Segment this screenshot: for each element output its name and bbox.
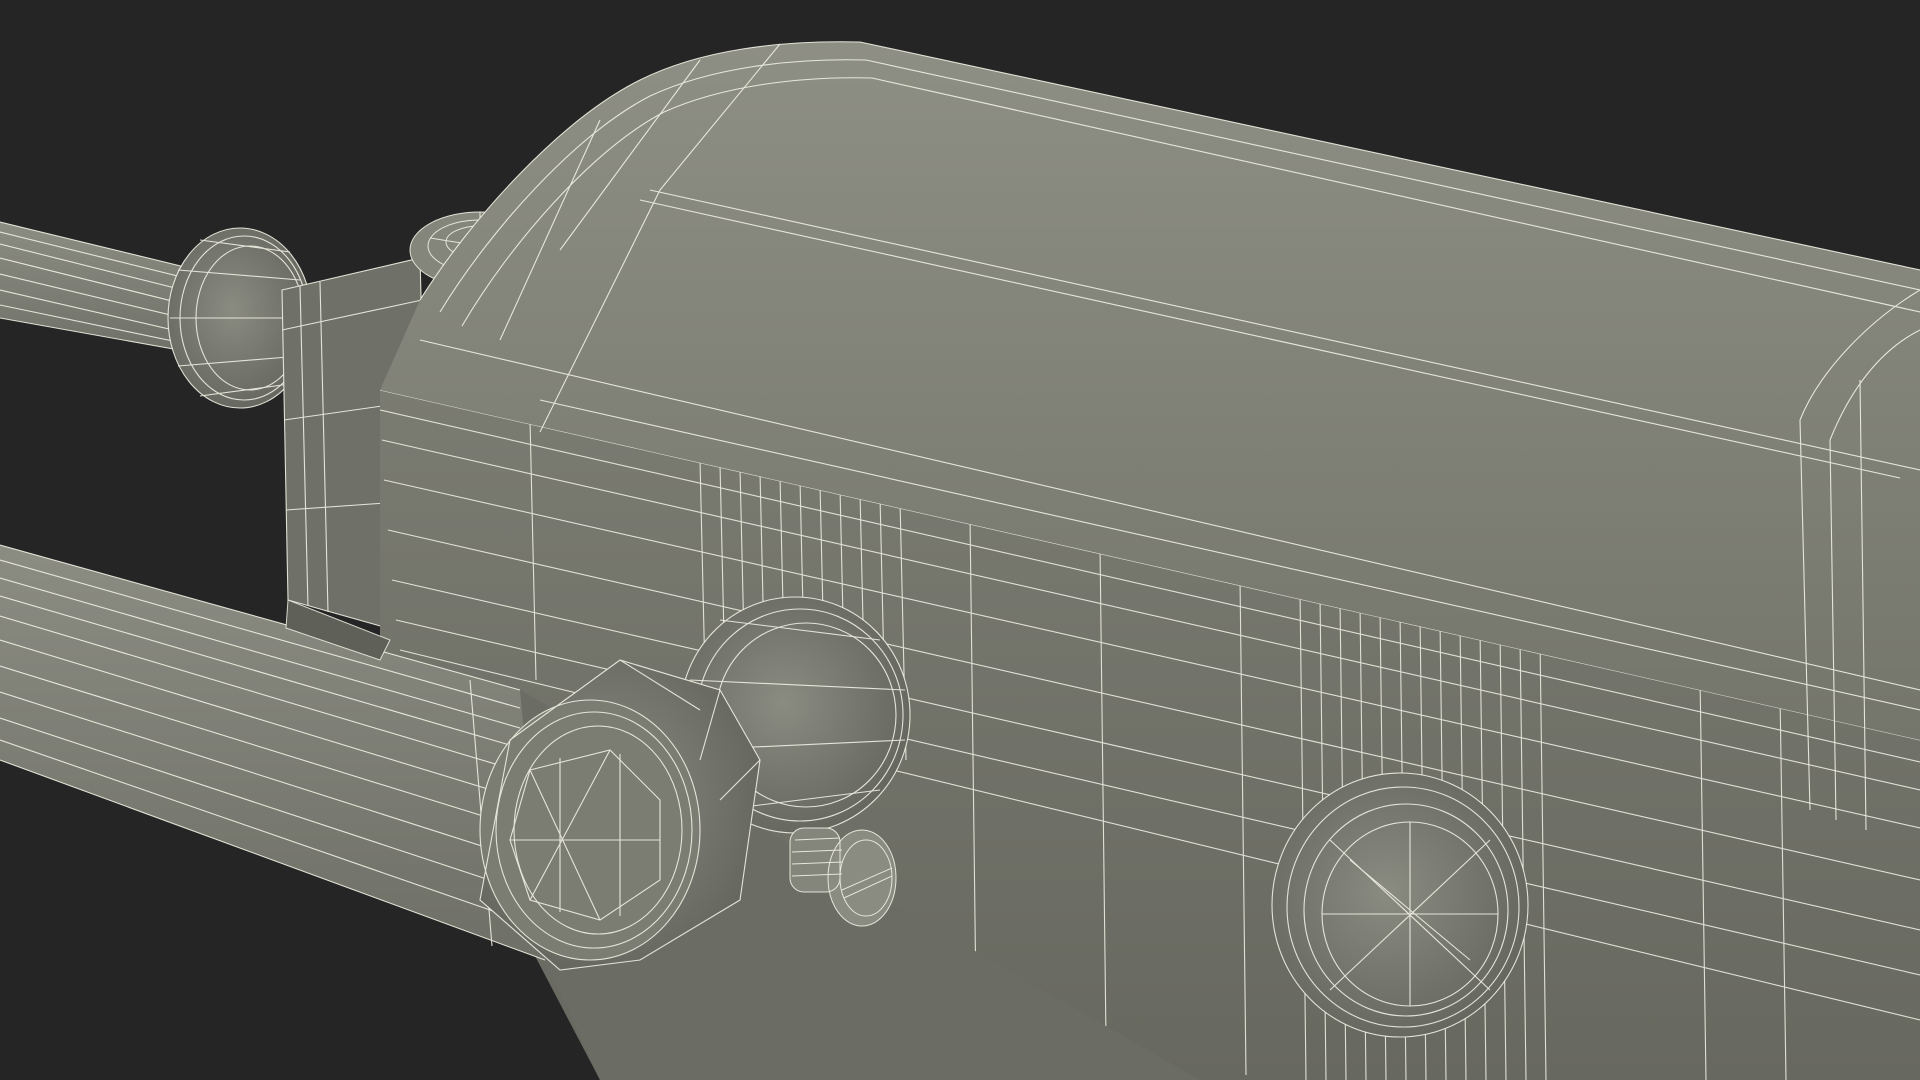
round-boss <box>1271 772 1529 1038</box>
wireframe-render <box>0 0 1920 1080</box>
